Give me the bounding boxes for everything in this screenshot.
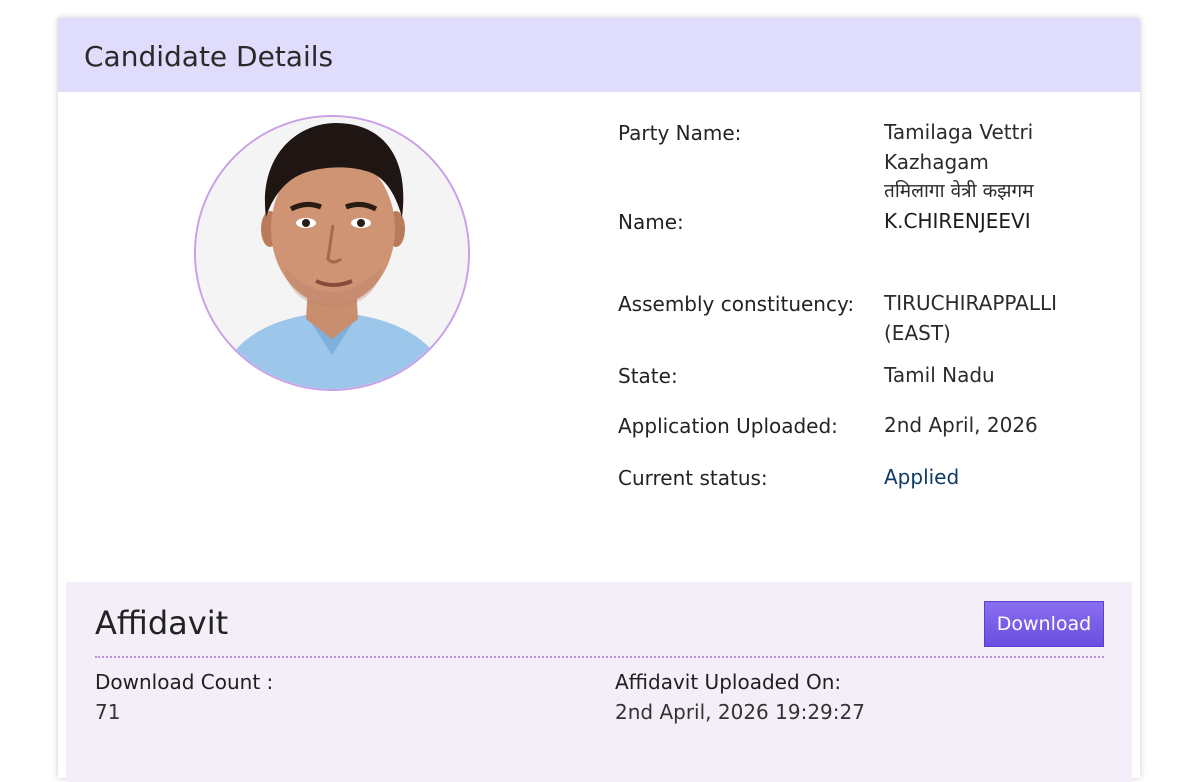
state-value: Tamil Nadu (884, 363, 995, 387)
affidavit-title: Affidavit (95, 604, 229, 642)
candidate-photo (194, 115, 470, 391)
application-uploaded-label: Application Uploaded: (618, 414, 838, 438)
application-uploaded-value: 2nd April, 2026 (884, 413, 1038, 437)
download-count-label: Download Count : (95, 670, 274, 694)
state-label: State: (618, 364, 678, 388)
candidate-card: Candidate Details Party Name: Tamilaga V… (58, 18, 1140, 782)
constituency-value-line2: (EAST) (884, 321, 951, 345)
party-name-value-hindi: तमिलागा वेत्री कझगम (884, 180, 1034, 202)
affidavit-uploaded-on-label: Affidavit Uploaded On: (615, 670, 842, 694)
constituency-label: Assembly constituency: (618, 292, 855, 316)
constituency-value-line1: TIRUCHIRAPPALLI (884, 291, 1058, 315)
party-name-value-line1: Tamilaga Vettri (884, 120, 1034, 144)
affidavit-divider (95, 656, 1104, 658)
candidate-name-value: K.CHIRENJEEVI (884, 209, 1031, 233)
card-header: Candidate Details (58, 18, 1140, 92)
affidavit-uploaded-on-value: 2nd April, 2026 19:29:27 (615, 700, 865, 724)
candidate-portrait-image (196, 117, 468, 389)
party-name-label: Party Name: (618, 121, 742, 145)
name-label: Name: (618, 210, 684, 234)
download-button[interactable]: Download (984, 601, 1104, 647)
party-name-value-line2: Kazhagam (884, 150, 989, 174)
current-status-value: Applied (884, 465, 960, 489)
current-status-label: Current status: (618, 466, 768, 490)
page-title: Candidate Details (84, 40, 334, 73)
download-count-value: 71 (95, 700, 121, 724)
affidavit-section: Affidavit Download Download Count : 71 A… (66, 582, 1132, 782)
